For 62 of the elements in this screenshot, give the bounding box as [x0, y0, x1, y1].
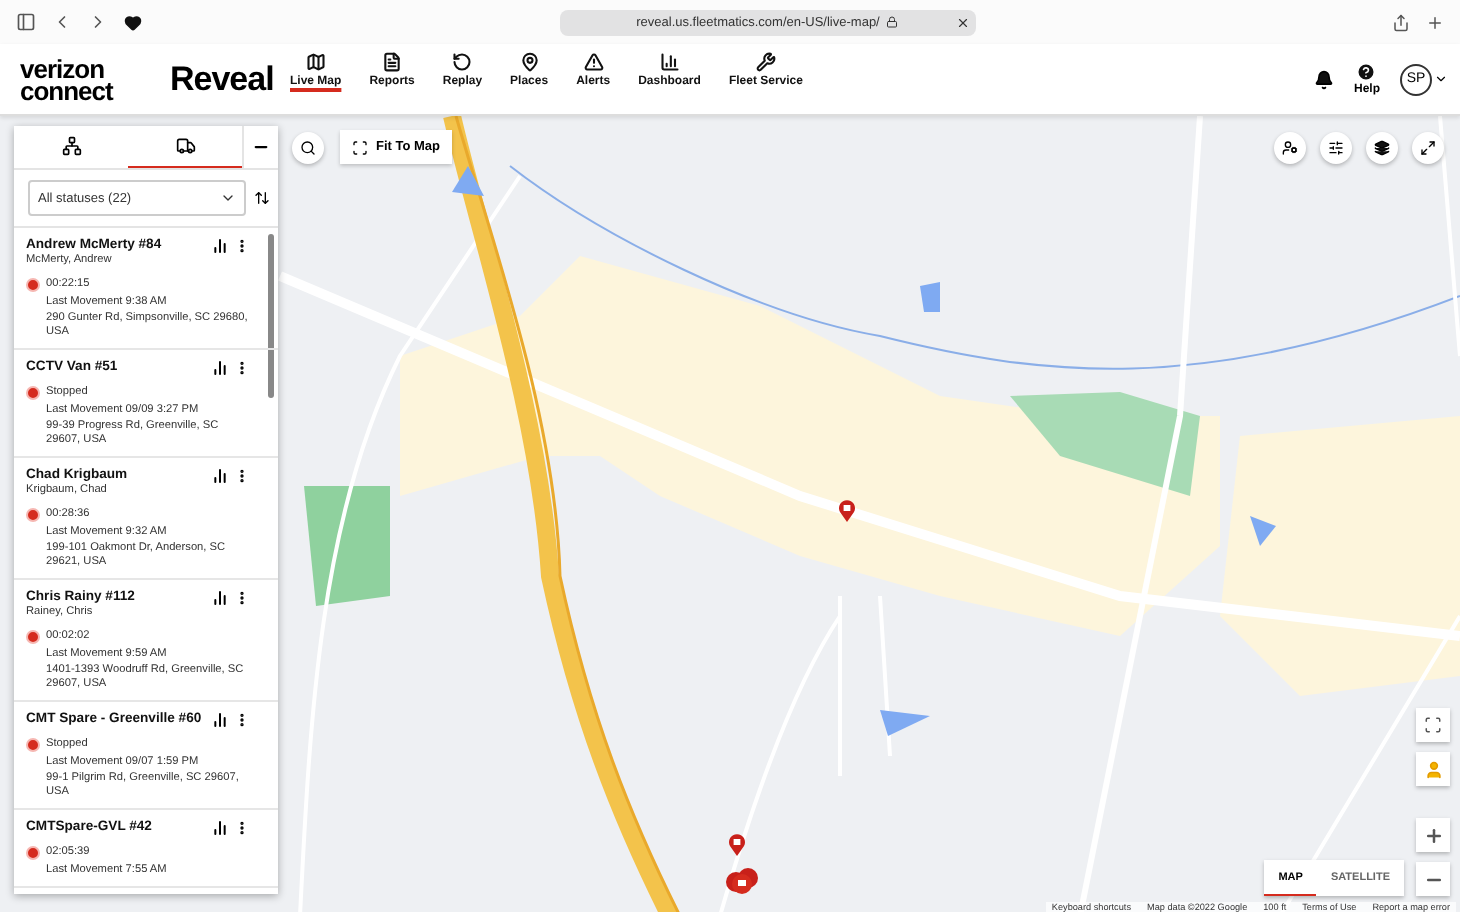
zoom-in-button[interactable]: [1416, 818, 1450, 852]
company-logo: verizon connect: [20, 57, 116, 101]
search-icon: [300, 139, 316, 155]
fullscreen-button[interactable]: [1416, 708, 1450, 742]
signal-icon: [212, 468, 228, 484]
signal-icon: [212, 712, 228, 728]
scrollbar[interactable]: [268, 234, 274, 398]
panel-tab[interactable]: [128, 126, 242, 168]
status-icon: [26, 508, 40, 522]
close-icon[interactable]: [955, 15, 969, 29]
status-icon: [26, 846, 40, 860]
hierarchy-icon: [61, 136, 81, 156]
status-icon: [26, 630, 40, 644]
pegman-icon: [1423, 759, 1443, 779]
status-icon: [26, 738, 40, 752]
fullscreen-icon: [1424, 716, 1442, 734]
signal-icon: [212, 238, 228, 254]
more-icon[interactable]: [234, 590, 250, 606]
wrench-icon: [755, 52, 776, 72]
replay-icon: [452, 52, 473, 72]
sliders-icon: [1328, 140, 1344, 156]
pond-drawing: [880, 710, 930, 736]
caret-icon: [220, 190, 236, 206]
more-icon[interactable]: [234, 468, 250, 484]
warning-icon: [583, 52, 604, 72]
more-icon[interactable]: [234, 712, 250, 728]
status-icon: [26, 386, 40, 400]
heart-icon[interactable]: [124, 13, 142, 31]
signal-icon: [212, 590, 228, 606]
plus-icon: [1423, 825, 1443, 845]
pin-icon: [519, 52, 540, 72]
more-icon[interactable]: [234, 360, 250, 376]
pond-drawing: [1250, 516, 1276, 546]
vehicle-cluster-icon[interactable]: [724, 864, 760, 896]
more-icon[interactable]: [234, 820, 250, 836]
pond-drawing: [920, 282, 940, 312]
signal-icon: [212, 820, 228, 836]
chart-icon: [659, 52, 680, 72]
fit-icon: [352, 139, 368, 155]
truck-icon: [175, 136, 195, 156]
more-icon[interactable]: [234, 238, 250, 254]
map-icon: [305, 52, 326, 72]
sort-icon[interactable]: [254, 190, 270, 206]
layers-icon: [1374, 140, 1390, 156]
person-gear-icon: [1282, 140, 1298, 156]
lock-icon: [885, 16, 898, 28]
vehicle-marker-icon[interactable]: [838, 500, 856, 522]
vehicle-marker-icon[interactable]: [728, 834, 746, 856]
caret-icon[interactable]: [1434, 72, 1448, 86]
expand-icon: [1420, 140, 1436, 156]
signal-icon: [212, 360, 228, 376]
add-tab-icon[interactable]: [1426, 13, 1444, 31]
sidebar-icon[interactable]: [16, 12, 36, 32]
zoom-out-button[interactable]: [1416, 862, 1450, 896]
share-icon[interactable]: [1392, 13, 1410, 31]
pond-drawing: [452, 166, 484, 196]
product-name: Reveal: [170, 59, 276, 99]
notification-icon[interactable]: [1313, 69, 1334, 89]
document-icon: [382, 52, 403, 72]
help-icon: [1356, 62, 1377, 82]
status-icon: [26, 278, 40, 292]
panel-tab[interactable]: [14, 126, 128, 168]
